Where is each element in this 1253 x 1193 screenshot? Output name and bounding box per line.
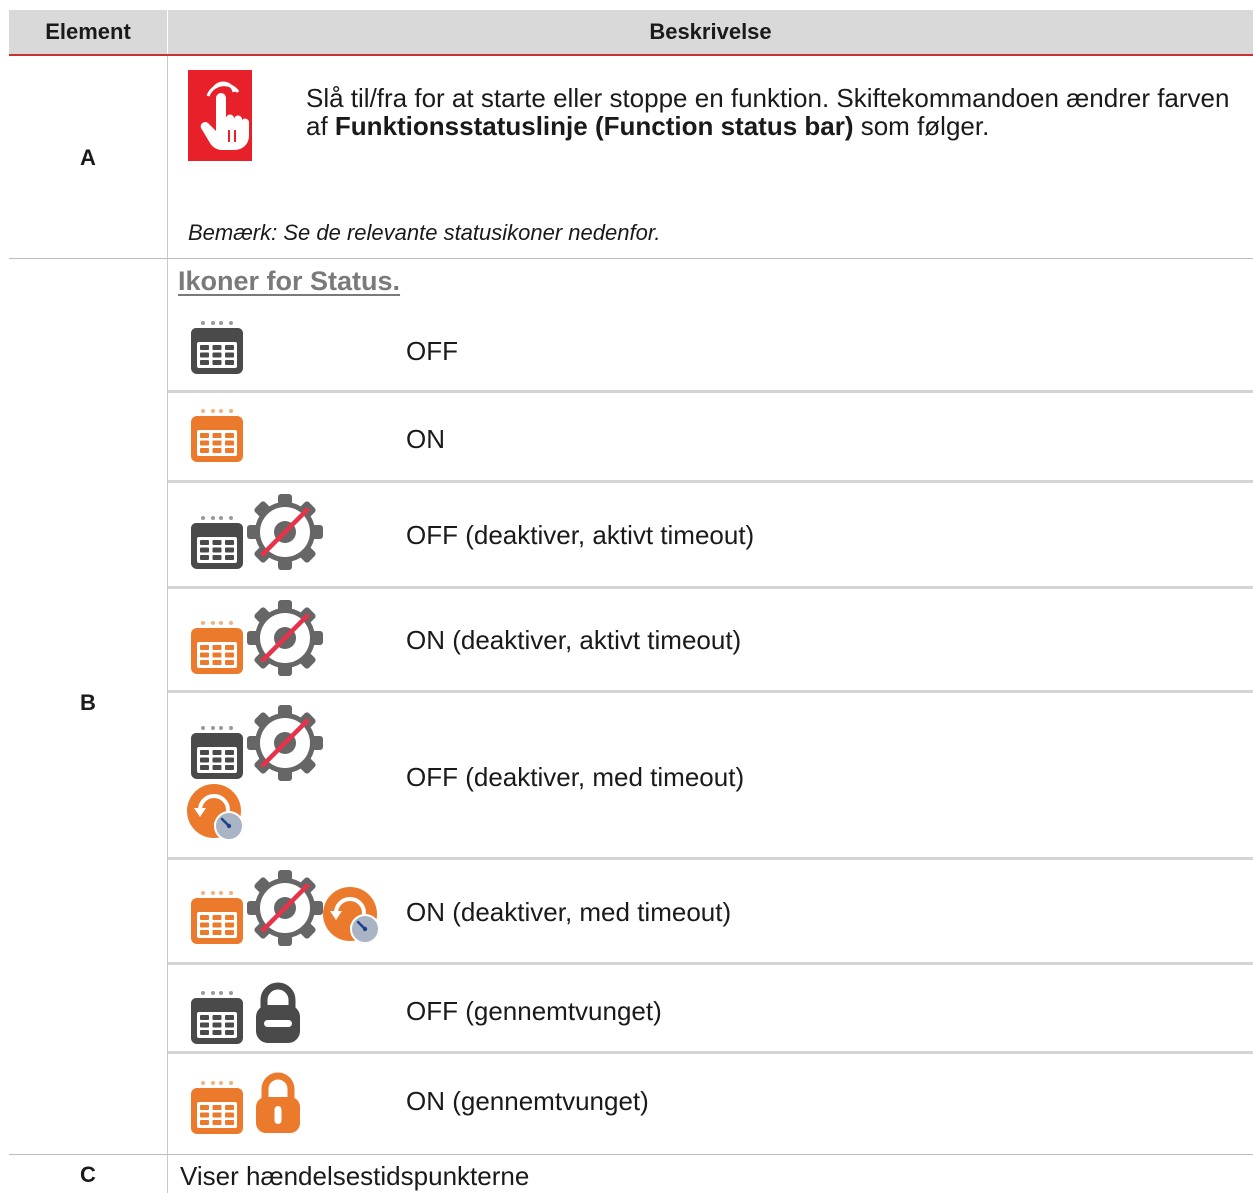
status-divider (168, 690, 1253, 693)
status-label-on-forced: ON (gennemtvunget) (406, 1086, 649, 1116)
touch-toggle-icon (188, 70, 252, 161)
status-label-off-deactivated-active-timeout: OFF (deaktiver, aktivt timeout) (406, 520, 755, 550)
lock-gray-icon (253, 981, 303, 1045)
status-divider (168, 962, 1253, 965)
status-divider (168, 1051, 1253, 1054)
calendar-gray-icon (189, 990, 245, 1046)
header-description: Beskrivelse (649, 19, 772, 44)
row-a-text-end: som følger. (853, 111, 990, 141)
timeout-icon (322, 886, 382, 946)
status-divider (168, 480, 1253, 483)
status-divider (168, 390, 1253, 393)
calendar-orange-icon (189, 1080, 245, 1136)
status-label-on-deactivated-with-timeout: ON (deaktiver, med timeout) (406, 897, 732, 927)
row-b-letter: B (80, 690, 96, 715)
gear-disabled-icon (245, 868, 325, 948)
row-c-letter: C (80, 1162, 96, 1187)
status-divider (168, 857, 1253, 860)
status-label-off-forced: OFF (gennemtvunget) (406, 996, 662, 1026)
row-a-bold-term: Funktionsstatuslinje (Function status ba… (334, 111, 854, 141)
column-divider (167, 56, 168, 1193)
calendar-gray-icon (189, 515, 245, 571)
calendar-orange-icon (189, 408, 245, 464)
calendar-orange-icon (189, 890, 245, 946)
status-label-on-deactivated-active-timeout: ON (deaktiver, aktivt timeout) (406, 625, 742, 655)
row-a-description: Slå til/fra for at starte eller stoppe e… (306, 84, 1250, 140)
status-label-on: ON (406, 424, 445, 454)
calendar-orange-icon (189, 620, 245, 676)
lock-orange-icon (253, 1071, 303, 1135)
status-label-off: OFF (406, 336, 458, 366)
header-element: Element (45, 19, 131, 44)
gear-disabled-icon (245, 703, 325, 783)
timeout-icon (186, 783, 246, 843)
gear-disabled-icon (245, 492, 325, 572)
status-icons-title: Ikoner for Status. (178, 266, 401, 296)
table-header: Element Beskrivelse (9, 10, 1253, 56)
row-a-note: Bemærk: Se de relevante statusikoner ned… (188, 220, 661, 245)
status-label-off-deactivated-with-timeout: OFF (deaktiver, med timeout) (406, 762, 745, 792)
row-a-letter: A (80, 145, 96, 170)
gear-disabled-icon (245, 598, 325, 678)
calendar-gray-icon (189, 725, 245, 781)
row-divider-bc (9, 1154, 1253, 1155)
row-c-description: Viser hændelsestidspunkterne (180, 1161, 530, 1191)
status-divider (168, 586, 1253, 589)
row-divider-ab (9, 258, 1253, 259)
calendar-gray-icon (189, 320, 245, 376)
